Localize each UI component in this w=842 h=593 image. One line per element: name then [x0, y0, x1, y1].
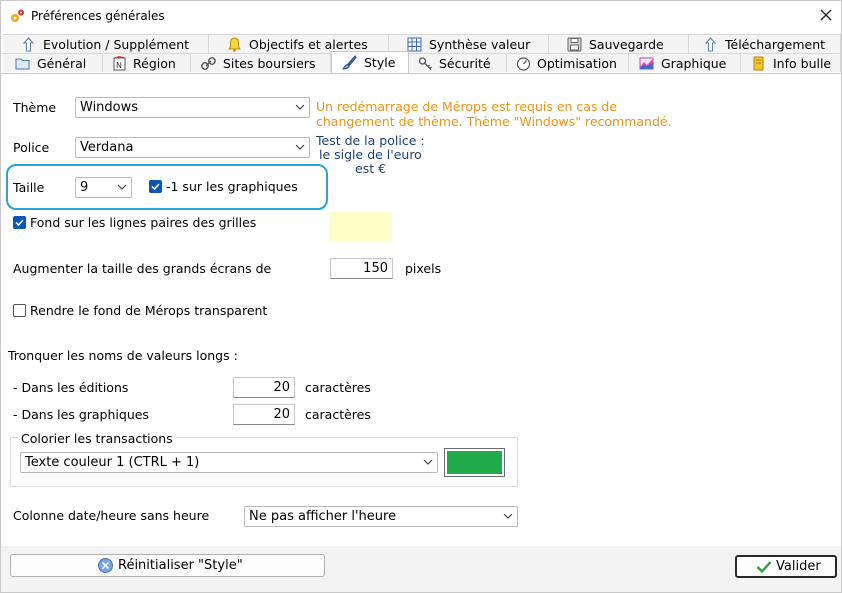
reset-icon	[98, 558, 113, 573]
theme-select[interactable]: Windows	[75, 97, 310, 118]
font-label: Police	[13, 140, 50, 155]
tab-evolution[interactable]: Evolution / Supplément	[3, 34, 209, 53]
reset-style-button[interactable]: Réinitialiser "Style"	[10, 554, 325, 577]
gauge-icon	[516, 57, 531, 71]
transparent-checkbox[interactable]	[13, 304, 26, 317]
theme-value: Windows	[80, 100, 139, 115]
font-select[interactable]: Verdana	[75, 137, 310, 158]
arrow-up-icon	[704, 37, 717, 52]
app-gears-icon	[11, 9, 24, 22]
tab-label: Info bulle	[773, 56, 832, 71]
note-icon	[753, 56, 764, 71]
color-select[interactable]: Texte couleur 1 (CTRL + 1)	[20, 452, 438, 473]
editions-label: - Dans les éditions	[13, 380, 129, 395]
tab-region[interactable]: N Région	[103, 53, 191, 72]
chevron-down-icon	[423, 459, 433, 465]
tab-label: Général	[37, 56, 87, 71]
tab-label: Synthèse valeur	[429, 37, 531, 52]
key-icon	[418, 57, 432, 70]
chevron-down-icon	[295, 104, 305, 110]
tab-optimisation[interactable]: Optimisation	[507, 53, 629, 72]
truncate-label: Tronquer les noms de valeurs longs :	[8, 348, 238, 363]
tab-label: Graphique	[661, 56, 727, 71]
link-icon	[201, 57, 216, 70]
tab-telechargement[interactable]: Téléchargement	[689, 34, 841, 53]
editions-value: 20	[273, 380, 290, 395]
theme-note-line1: Un redémarrage de Mérops est requis en c…	[316, 99, 618, 114]
font-test-line1: Test de la police :	[316, 133, 425, 148]
date-column-value: Ne pas afficher l'heure	[249, 509, 397, 524]
date-column-select[interactable]: Ne pas afficher l'heure	[244, 506, 518, 527]
even-rows-checkbox[interactable]	[13, 216, 26, 229]
chart-icon	[639, 57, 654, 70]
charts-unit: caractères	[305, 407, 371, 422]
chevron-down-icon	[295, 144, 305, 150]
tab-sauvegarde[interactable]: Sauvegarde	[549, 34, 689, 53]
enlarge-label: Augmenter la taille des grands écrans de	[13, 261, 272, 276]
tab-label: Optimisation	[537, 56, 617, 71]
close-icon	[820, 9, 832, 21]
flag-icon: N	[113, 56, 126, 71]
tab-graphique[interactable]: Graphique	[629, 53, 741, 72]
date-column-label: Colonne date/heure sans heure	[13, 508, 210, 523]
folder-icon	[15, 58, 30, 70]
check-icon	[756, 561, 772, 574]
editions-input[interactable]: 20	[233, 377, 295, 398]
font-value: Verdana	[80, 140, 134, 155]
transaction-color-swatch[interactable]	[444, 448, 505, 477]
tab-label: Sauvegarde	[589, 37, 664, 52]
close-button[interactable]	[815, 4, 837, 26]
even-rows-label: Fond sur les lignes paires des grilles	[30, 215, 257, 230]
transparent-label: Rendre le fond de Mérops transparent	[30, 303, 268, 318]
enlarge-value: 150	[363, 261, 388, 276]
bell-icon	[228, 37, 241, 52]
theme-note-line2: changement de thème. Thème "Windows" rec…	[316, 114, 672, 129]
tab-synthese[interactable]: Synthèse valeur	[389, 34, 549, 53]
tab-sites-boursiers[interactable]: Sites boursiers	[191, 53, 331, 72]
theme-label: Thème	[13, 100, 57, 115]
tab-info-bulle[interactable]: Info bulle	[741, 53, 841, 72]
tab-general[interactable]: Général	[3, 53, 103, 72]
preferences-window: Préférences générales Evolution / Supplé…	[0, 0, 842, 593]
validate-label: Valider	[776, 559, 821, 574]
font-test-line2: le sigle de l'euro	[319, 147, 422, 162]
tab-label: Téléchargement	[725, 37, 826, 52]
window-title: Préférences générales	[31, 9, 165, 23]
tab-label: Sites boursiers	[223, 56, 316, 71]
floppy-icon	[567, 37, 582, 52]
grid-icon	[407, 37, 422, 52]
brush-icon	[342, 55, 357, 70]
charts-label: - Dans les graphiques	[13, 407, 149, 422]
font-test-line3: est €	[355, 161, 387, 176]
size-highlight-outline	[6, 164, 328, 210]
tab-label: Région	[133, 56, 176, 71]
charts-input[interactable]: 20	[233, 404, 295, 425]
title-bar: Préférences générales	[1, 1, 841, 31]
chevron-down-icon	[503, 513, 513, 519]
tab-label: Sécurité	[439, 56, 491, 71]
flag-letter: N	[116, 61, 122, 70]
tab-securite[interactable]: Sécurité	[409, 53, 507, 72]
tab-label: Style	[364, 55, 396, 70]
reset-style-label: Réinitialiser "Style"	[118, 558, 243, 573]
arrow-up-icon	[22, 37, 35, 52]
charts-value: 20	[273, 407, 290, 422]
tab-style[interactable]: Style	[331, 51, 409, 73]
enlarge-unit: pixels	[405, 261, 442, 276]
check-icon	[15, 219, 24, 227]
enlarge-input[interactable]: 150	[330, 258, 393, 279]
editions-unit: caractères	[305, 380, 371, 395]
even-row-color-preview[interactable]	[329, 212, 392, 242]
validate-button[interactable]: Valider	[735, 555, 837, 578]
tab-label: Evolution / Supplément	[43, 37, 190, 52]
color-group-label: Colorier les transactions	[18, 431, 176, 446]
color-select-value: Texte couleur 1 (CTRL + 1)	[25, 455, 200, 470]
